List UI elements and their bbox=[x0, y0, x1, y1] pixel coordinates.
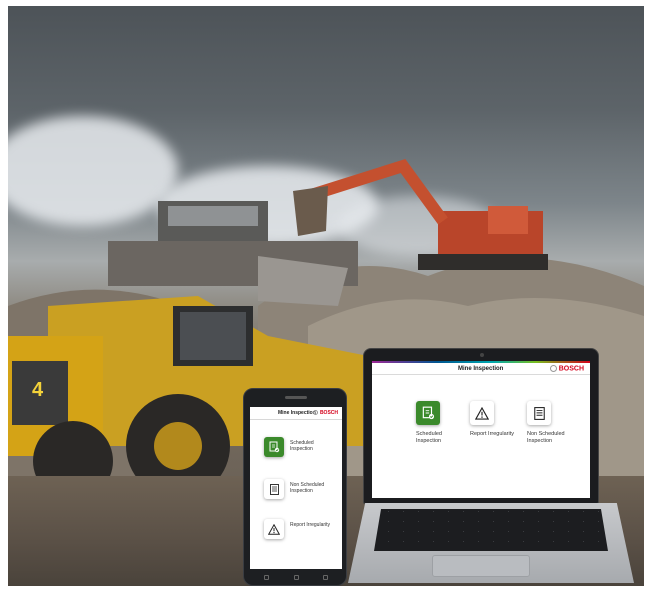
phone-speaker bbox=[285, 396, 307, 399]
phone-app-header: Mine Inspection BOSCH bbox=[250, 407, 342, 420]
brand-name: BOSCH bbox=[319, 410, 338, 416]
phone-non-scheduled-inspection-button[interactable]: Non Scheduled Inspection bbox=[264, 479, 336, 501]
list-icon bbox=[527, 401, 551, 425]
trackpad bbox=[432, 555, 530, 577]
laptop-scheduled-inspection-label: Scheduled Inspection bbox=[416, 431, 442, 444]
warning-icon bbox=[264, 519, 284, 539]
laptop-screen: Mine Inspection BOSCH Scheduled Inspecti… bbox=[372, 361, 590, 498]
phone-scheduled-inspection-button[interactable]: Scheduled Inspection bbox=[264, 437, 336, 459]
laptop-report-irregularity-button[interactable]: Report Irregularity bbox=[470, 401, 526, 438]
phone-scheduled-inspection-label: Scheduled Inspection bbox=[290, 440, 314, 452]
warning-icon bbox=[470, 401, 494, 425]
laptop-non-scheduled-inspection-button[interactable]: Non Scheduled Inspection bbox=[527, 401, 583, 445]
brand-name: BOSCH bbox=[558, 365, 584, 373]
laptop-report-irregularity-label: Report Irregularity bbox=[470, 431, 515, 437]
phone-app-title: Mine Inspection bbox=[278, 410, 316, 416]
recent-apps-icon[interactable] bbox=[323, 575, 328, 580]
laptop-app-header: Mine Inspection BOSCH bbox=[372, 361, 590, 375]
home-icon[interactable] bbox=[293, 575, 299, 580]
laptop: Mine Inspection BOSCH Scheduled Inspecti… bbox=[363, 348, 599, 504]
smartphone: Mine Inspection BOSCH Scheduled Inspecti… bbox=[243, 388, 347, 586]
list-icon bbox=[264, 479, 284, 499]
webcam bbox=[480, 353, 484, 357]
laptop-non-scheduled-inspection-label: Non Scheduled Inspection bbox=[527, 431, 565, 444]
bosch-ring-icon bbox=[549, 365, 557, 372]
keyboard bbox=[374, 509, 608, 551]
bosch-logo: BOSCH bbox=[549, 365, 584, 373]
laptop-app-title: Mine Inspection bbox=[458, 366, 504, 372]
checklist-check-icon bbox=[416, 401, 440, 425]
phone-nav-bar bbox=[264, 575, 328, 581]
phone-report-irregularity-button[interactable]: Report Irregularity bbox=[264, 519, 336, 541]
phone-report-irregularity-label: Report Irregularity bbox=[290, 522, 331, 528]
phone-screen: Mine Inspection BOSCH Scheduled Inspecti… bbox=[250, 407, 342, 569]
bosch-logo: BOSCH bbox=[312, 410, 338, 416]
brand-color-stripe bbox=[372, 361, 590, 363]
laptop-scheduled-inspection-button[interactable]: Scheduled Inspection bbox=[416, 401, 472, 445]
checklist-check-icon bbox=[264, 437, 284, 457]
machine-number: 4 bbox=[32, 379, 44, 401]
bosch-ring-icon bbox=[312, 410, 318, 416]
phone-non-scheduled-inspection-label: Non Scheduled Inspection bbox=[290, 482, 325, 494]
back-icon[interactable] bbox=[264, 575, 269, 580]
